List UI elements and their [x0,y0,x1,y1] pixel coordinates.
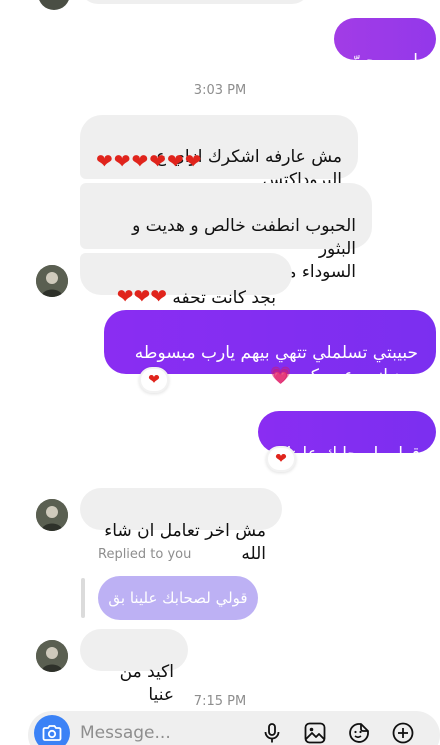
timestamp: 3:03 PM [193,83,247,98]
camera-button[interactable] [34,715,70,745]
pink-heart-emoji: 💗 [270,366,292,386]
sticker-button[interactable] [346,720,372,745]
avatar[interactable] [36,499,68,531]
heart-emoji-row: ❤❤❤ [116,284,168,308]
received-message[interactable]: بجد كانت تحفه ❤❤❤ [80,253,292,308]
gallery-button[interactable] [302,720,328,745]
reaction-heart[interactable]: ❤ [139,367,169,393]
plus-icon [392,722,414,744]
heart-emoji-row: ❤❤❤❤❤❤ [96,149,203,173]
avatar[interactable] [36,265,68,297]
reaction-heart[interactable]: ❤ [266,446,296,472]
avatar-partial [38,0,70,10]
avatar[interactable] [36,640,68,672]
message-input[interactable] [80,720,250,745]
sent-message[interactable]: اه يروحيّ [333,18,436,71]
sticker-icon [349,723,369,743]
sent-message[interactable]: حبيبتي تسلملي تتهي بيهم يارب مبسوطه بجد … [104,310,436,386]
received-message[interactable]: مش اخر تعامل ان شاء الله [80,488,282,564]
microphone-icon [264,723,280,743]
message-text: اه يروحيّ [351,51,418,71]
received-message[interactable]: اكيد من عنيا [80,629,188,705]
message-bubble-partial [80,0,310,4]
replied-message-preview[interactable]: قولي لصحابك علينا بق [98,576,258,620]
heart-icon: ❤ [275,451,287,467]
camera-icon [42,725,62,741]
image-icon [304,722,326,744]
timestamp: 7:15 PM [193,694,247,709]
message-text: قولي لصحابك علينا بق [286,444,420,487]
heart-icon: ❤ [148,372,160,388]
reply-quote-bar [81,578,85,618]
received-message[interactable]: الحبوب انطفت خالص و هديت و البثور السودا… [80,183,372,282]
message-text: بجد كانت تحفه [167,288,276,308]
microphone-button[interactable] [259,720,285,745]
replied-to-label: Replied to you [98,547,192,562]
plus-button[interactable] [390,720,416,745]
